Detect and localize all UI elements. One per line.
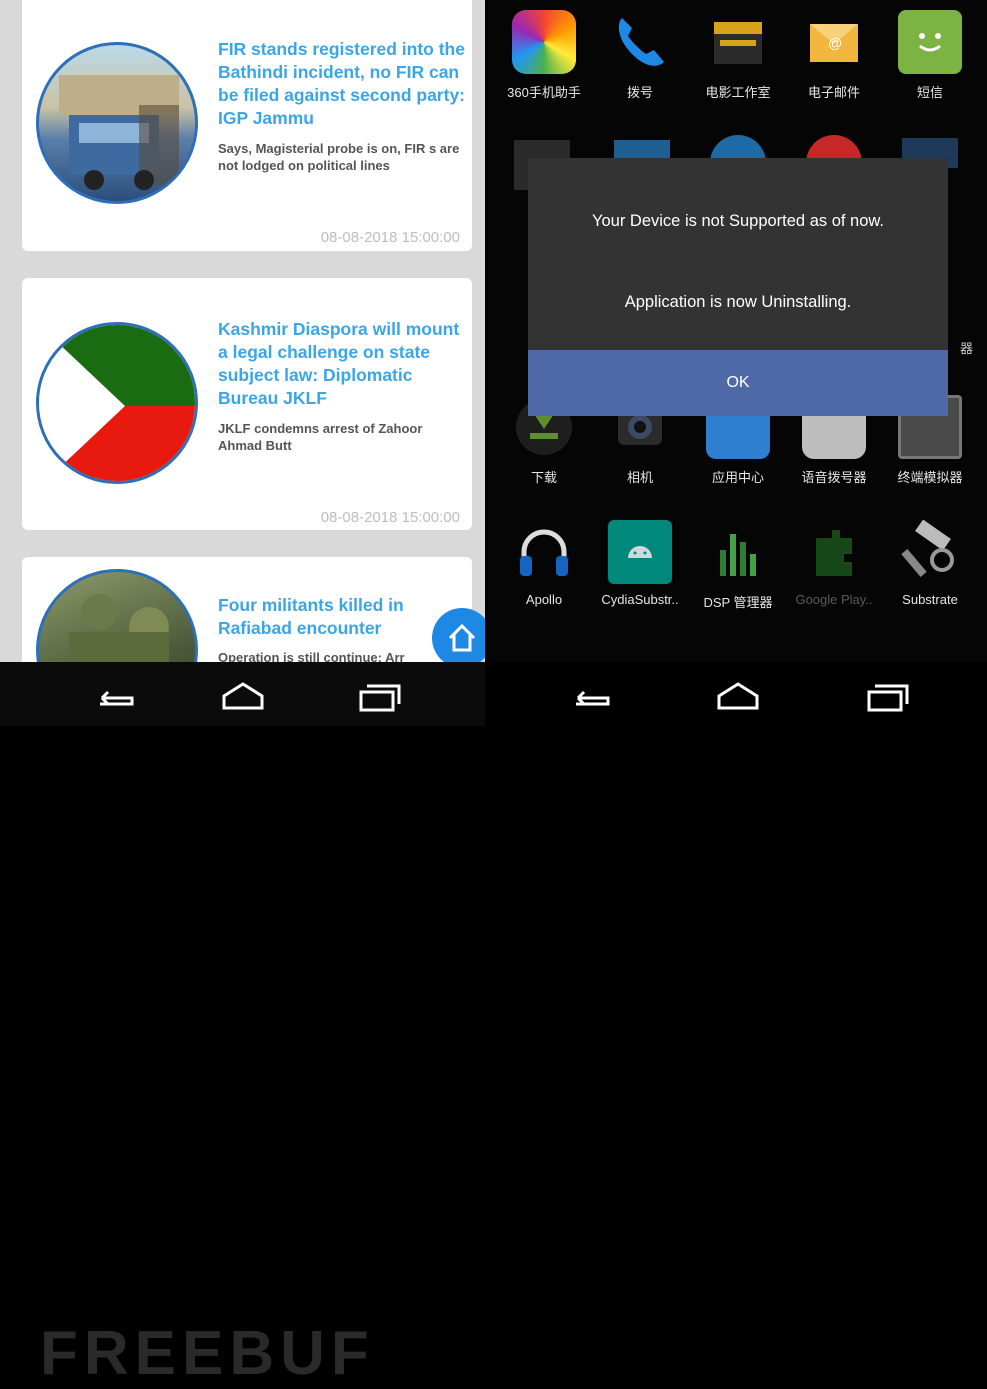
android-icon xyxy=(608,520,672,584)
jklf-flag-thumbnail xyxy=(36,322,198,484)
watermark-logo: FREEBUF xyxy=(40,1319,375,1388)
right-navigation-bar xyxy=(488,662,987,726)
news-title[interactable]: FIR stands registered into the Bathindi … xyxy=(218,38,468,130)
app-cydia-substrate[interactable]: CydiaSubstr.. xyxy=(592,520,688,607)
app-label: CydiaSubstr.. xyxy=(601,592,679,607)
news-date: 08-08-2018 15:00:00 xyxy=(320,509,460,526)
home-nav-icon[interactable] xyxy=(218,678,268,712)
news-card[interactable]: Four militants killed in Rafiabad encoun… xyxy=(22,557,472,662)
hammer-icon xyxy=(898,519,962,584)
news-date: 08-08-2018 15:00:00 xyxy=(320,229,460,246)
news-title[interactable]: Kashmir Diaspora will mount a legal chal… xyxy=(218,318,468,410)
news-card[interactable]: FIR stands registered into the Bathindi … xyxy=(22,0,472,251)
app-label: 电子邮件 xyxy=(807,85,860,100)
home-fab-button[interactable] xyxy=(432,608,485,662)
app-label: 相机 xyxy=(626,470,653,485)
app-substrate[interactable]: Substrate xyxy=(882,519,978,607)
back-icon[interactable] xyxy=(92,678,142,712)
app-google-play[interactable]: Google Play.. xyxy=(786,520,882,607)
app-phone[interactable]: 拨号 xyxy=(592,10,688,101)
partial-app-label: 器 xyxy=(960,341,974,356)
app-label: Google Play.. xyxy=(795,592,873,607)
equalizer-icon xyxy=(706,520,770,584)
360-assistant-icon xyxy=(512,10,576,74)
news-app-screen: FIR stands registered into the Bathindi … xyxy=(0,0,485,662)
email-icon: @ xyxy=(802,10,866,74)
app-email[interactable]: @ 电子邮件 xyxy=(786,10,882,101)
recents-icon[interactable] xyxy=(863,678,913,712)
app-label: 应用中心 xyxy=(711,470,764,485)
app-label: Substrate xyxy=(902,592,958,607)
news-thumbnail xyxy=(36,42,198,204)
dialog-message-unsupported: Your Device is not Supported as of now. xyxy=(592,212,884,230)
phone-icon xyxy=(608,10,672,74)
app-label: 拨号 xyxy=(626,85,653,100)
recents-icon[interactable] xyxy=(355,678,405,712)
news-summary: Says, Magisterial probe is on, FIR s are… xyxy=(218,141,460,173)
left-navigation-bar: FREEBUF xyxy=(0,662,485,1388)
puzzle-icon xyxy=(802,520,866,584)
movie-clapper-icon xyxy=(706,10,770,74)
back-icon[interactable] xyxy=(568,678,618,712)
app-label: Apollo xyxy=(525,592,563,607)
uninstall-dialog: Your Device is not Supported as of now. … xyxy=(528,158,948,416)
app-sms[interactable]: 短信 xyxy=(882,10,978,101)
home-nav-icon[interactable] xyxy=(713,678,763,712)
dialog-message-uninstalling: Application is now Uninstalling. xyxy=(624,293,852,311)
app-label: 短信 xyxy=(916,85,943,100)
news-card[interactable]: Kashmir Diaspora will mount a legal chal… xyxy=(22,278,472,530)
svg-text:@: @ xyxy=(828,35,842,51)
app-label: 下载 xyxy=(530,470,557,485)
news-thumbnail xyxy=(36,569,198,662)
app-label: 电影工作室 xyxy=(705,85,771,100)
ok-button[interactable]: OK xyxy=(528,350,948,416)
app-label: DSP 管理器 xyxy=(703,595,773,610)
app-label: 终端模拟器 xyxy=(897,470,963,485)
headphones-icon xyxy=(512,520,576,584)
app-movie-studio[interactable]: 电影工作室 xyxy=(690,10,786,101)
news-summary: Operation is still continue: Arr xyxy=(218,650,405,662)
app-apollo[interactable]: Apollo xyxy=(496,520,592,607)
sms-icon xyxy=(898,10,962,74)
app-label: 语音拨号器 xyxy=(801,470,867,485)
news-title[interactable]: Four militants killed in Rafiabad encoun… xyxy=(218,594,468,640)
home-icon xyxy=(448,623,476,652)
news-summary: JKLF condemns arrest of Zahoor Ahmad But… xyxy=(218,421,423,453)
app-dsp-manager[interactable]: DSP 管理器 xyxy=(690,520,786,611)
app-360-assistant[interactable]: 360手机助手 xyxy=(496,10,592,101)
app-label: 360手机助手 xyxy=(507,85,581,100)
